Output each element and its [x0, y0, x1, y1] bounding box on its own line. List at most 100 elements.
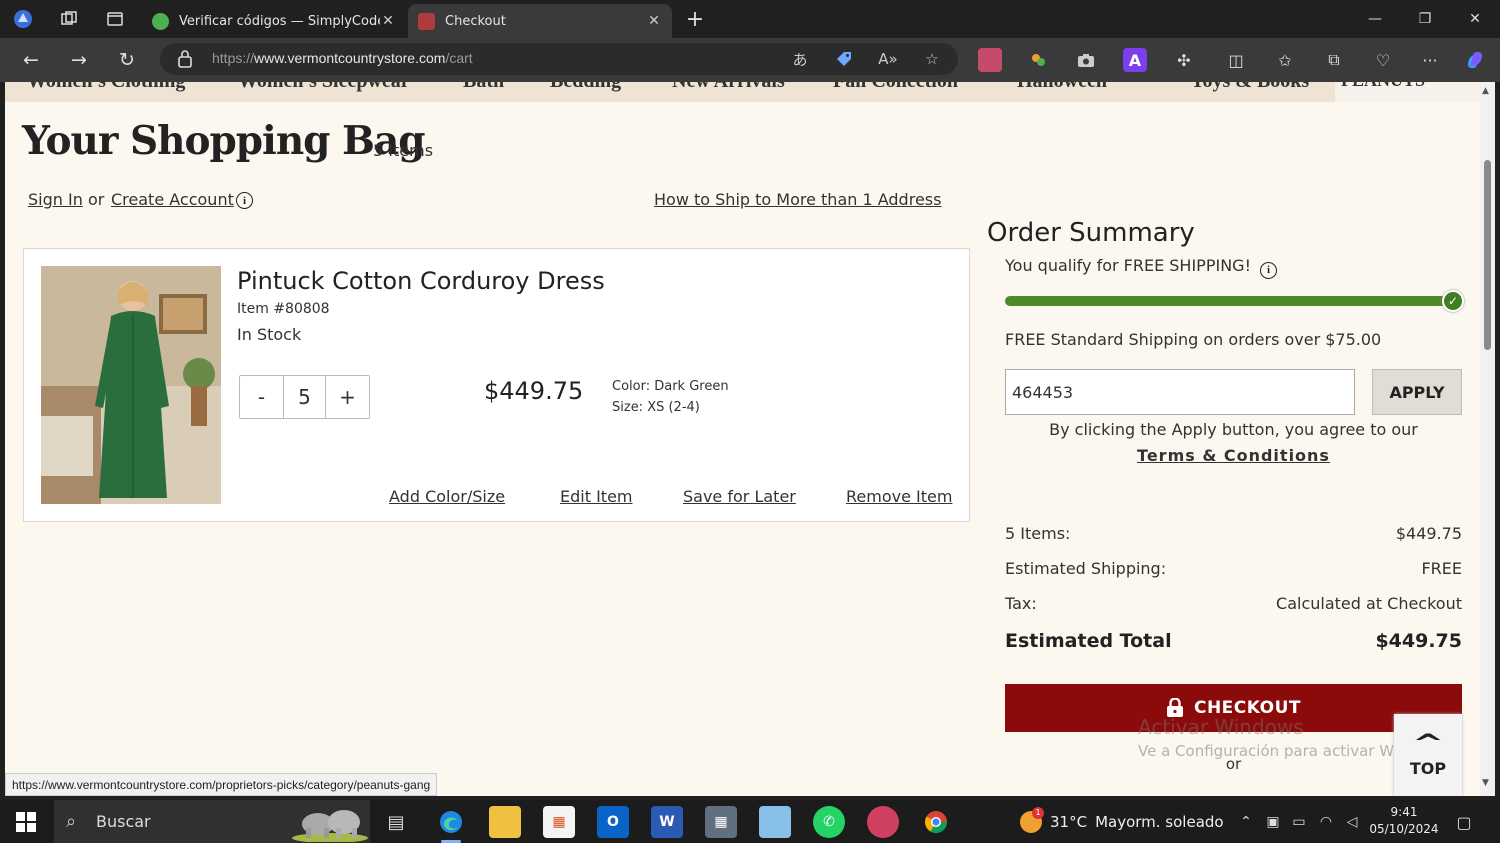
- weather-badge: 1: [1032, 806, 1044, 819]
- quantity-stepper: - 5 +: [239, 375, 370, 419]
- notes-app-icon[interactable]: [759, 806, 791, 838]
- file-explorer-icon[interactable]: [489, 806, 521, 838]
- back-icon[interactable]: ←: [17, 47, 45, 73]
- scroll-up-icon[interactable]: ▲: [1482, 86, 1489, 96]
- progress-fill: [1005, 296, 1451, 306]
- save-for-later-link[interactable]: Save for Later: [683, 487, 796, 506]
- multi-address-shipping-link[interactable]: How to Ship to More than 1 Address: [654, 190, 941, 209]
- sign-in-link[interactable]: Sign In: [28, 190, 83, 209]
- word-icon[interactable]: W: [651, 806, 683, 838]
- promo-code-input[interactable]: [1005, 369, 1355, 415]
- close-window-icon[interactable]: ✕: [1450, 0, 1500, 38]
- close-tab-icon[interactable]: ✕: [380, 13, 396, 29]
- product-image[interactable]: [41, 266, 221, 504]
- translate-icon[interactable]: あ: [788, 48, 812, 70]
- profile-icon[interactable]: [10, 6, 36, 32]
- nav-peanuts-block[interactable]: PEANUTS: [1335, 82, 1480, 102]
- summary-items-row: 5 Items: $449.75: [1005, 524, 1462, 543]
- taskbar-clock[interactable]: 9:41 05/10/2024: [1368, 804, 1440, 838]
- terms-conditions-link[interactable]: Terms & Conditions: [1005, 446, 1462, 465]
- summary-value: $449.75: [1395, 524, 1462, 543]
- copilot-icon[interactable]: [1463, 48, 1487, 72]
- page-scrollbar[interactable]: ▲ ▼: [1480, 82, 1495, 796]
- taskbar-search[interactable]: ⌕ Buscar: [54, 800, 370, 843]
- screenshot-camera-icon[interactable]: [1074, 48, 1098, 72]
- windows-taskbar: ⌕ Buscar ▤ ▦ O W ▦ ✆ 1 31°C Mayorm. sole…: [0, 800, 1500, 843]
- extension-people-icon[interactable]: [1026, 48, 1050, 72]
- nav-womens-sleepwear[interactable]: Women's Sleepwear: [238, 82, 410, 93]
- back-to-top-button[interactable]: ^ TOP: [1394, 714, 1462, 796]
- lock-icon[interactable]: [178, 50, 192, 68]
- quantity-input[interactable]: 5: [283, 376, 326, 418]
- item-price: $449.75: [484, 377, 584, 405]
- activate-windows-subtitle: Ve a Configuración para activar Windows.: [1138, 742, 1398, 760]
- split-screen-icon[interactable]: ◫: [1224, 48, 1248, 72]
- nav-womens-clothing[interactable]: Women's Clothing: [27, 82, 185, 93]
- product-name[interactable]: Pintuck Cotton Corduroy Dress: [237, 267, 605, 295]
- outlook-icon[interactable]: O: [597, 806, 629, 838]
- shipping-info-icon[interactable]: i: [1260, 261, 1278, 279]
- nav-peanuts[interactable]: PEANUTS: [1341, 82, 1425, 91]
- chrome-icon[interactable]: [920, 806, 952, 838]
- minimize-icon[interactable]: —: [1350, 0, 1400, 38]
- extensions-puzzle-icon[interactable]: ✣: [1172, 48, 1196, 72]
- browser-essentials-icon[interactable]: ♡: [1371, 48, 1395, 72]
- chevron-up-icon: ^: [1411, 728, 1445, 757]
- extension-a-icon[interactable]: A: [1123, 48, 1147, 72]
- close-tab-icon[interactable]: ✕: [646, 13, 662, 29]
- favorites-icon[interactable]: ✩: [1273, 48, 1297, 72]
- forward-icon[interactable]: →: [65, 47, 93, 73]
- tab-simplycodes[interactable]: Verificar códigos — SimplyCodes ✕: [142, 4, 406, 38]
- task-view-icon[interactable]: ▤: [380, 806, 412, 838]
- volume-icon[interactable]: ◁: [1342, 812, 1362, 832]
- favorite-star-icon[interactable]: ☆: [920, 48, 944, 70]
- edge-taskbar-icon[interactable]: [435, 806, 467, 843]
- meet-now-icon[interactable]: ▣: [1263, 812, 1283, 832]
- create-account-link[interactable]: Create Account: [111, 190, 234, 209]
- windows-start-icon[interactable]: [16, 812, 36, 832]
- new-tab-icon[interactable]: +: [682, 6, 708, 32]
- tab-checkout[interactable]: Checkout ✕: [408, 4, 672, 38]
- scrollbar-thumb[interactable]: [1484, 160, 1491, 350]
- calculator-icon[interactable]: ▦: [705, 806, 737, 838]
- tray-overflow-chevron-up-icon[interactable]: ⌃: [1236, 812, 1256, 832]
- battery-charging-icon[interactable]: ▭: [1289, 812, 1309, 832]
- read-aloud-icon[interactable]: A»: [876, 48, 900, 70]
- search-highlight-elephants-icon: [292, 810, 368, 842]
- wifi-icon[interactable]: ◠: [1316, 812, 1336, 832]
- tab-actions-icon[interactable]: [102, 6, 128, 32]
- workspaces-icon[interactable]: [56, 6, 82, 32]
- nav-fall-collection[interactable]: Fall Collection: [833, 82, 958, 93]
- account-info-icon[interactable]: i: [236, 192, 253, 209]
- item-color: Color: Dark Green: [612, 379, 729, 394]
- refresh-icon[interactable]: ↻: [113, 47, 141, 73]
- page-viewport: Women's Clothing Women's Sleepwear Bath …: [5, 82, 1480, 796]
- add-color-size-link[interactable]: Add Color/Size: [389, 487, 505, 506]
- collections-icon[interactable]: ⧉: [1322, 48, 1346, 72]
- nav-halloween[interactable]: Halloween: [1017, 82, 1107, 93]
- extension-gift-icon[interactable]: [978, 48, 1002, 72]
- settings-more-icon[interactable]: ···: [1418, 48, 1442, 72]
- scroll-down-icon[interactable]: ▼: [1482, 778, 1489, 788]
- paint-app-icon[interactable]: [867, 806, 899, 838]
- total-value: $449.75: [1375, 630, 1462, 652]
- weather-widget[interactable]: 1 31°C Mayorm. soleado: [1020, 800, 1224, 843]
- clock-time: 9:41: [1390, 805, 1418, 819]
- nav-bedding[interactable]: Bedding: [550, 82, 621, 93]
- microsoft-store-icon[interactable]: ▦: [543, 806, 575, 838]
- coupon-tag-icon[interactable]: [832, 48, 856, 70]
- address-bar[interactable]: https://www.vermontcountrystore.com/cart…: [160, 43, 958, 75]
- edit-item-link[interactable]: Edit Item: [560, 487, 633, 506]
- apply-promo-button[interactable]: APPLY: [1372, 369, 1462, 415]
- weather-sun-icon: 1: [1020, 806, 1044, 833]
- nav-new-arrivals[interactable]: New Arrivals: [672, 82, 785, 93]
- whatsapp-icon[interactable]: ✆: [813, 806, 845, 838]
- quantity-increase-button[interactable]: +: [326, 376, 369, 418]
- nav-toys-books[interactable]: Toys & Books: [1191, 82, 1309, 93]
- quantity-decrease-button[interactable]: -: [240, 376, 283, 418]
- vermont-store-favicon-icon: [418, 12, 435, 30]
- notifications-icon[interactable]: ▢: [1454, 812, 1474, 832]
- restore-icon[interactable]: ❐: [1400, 0, 1450, 38]
- remove-item-link[interactable]: Remove Item: [846, 487, 952, 506]
- nav-bath[interactable]: Bath: [463, 82, 504, 93]
